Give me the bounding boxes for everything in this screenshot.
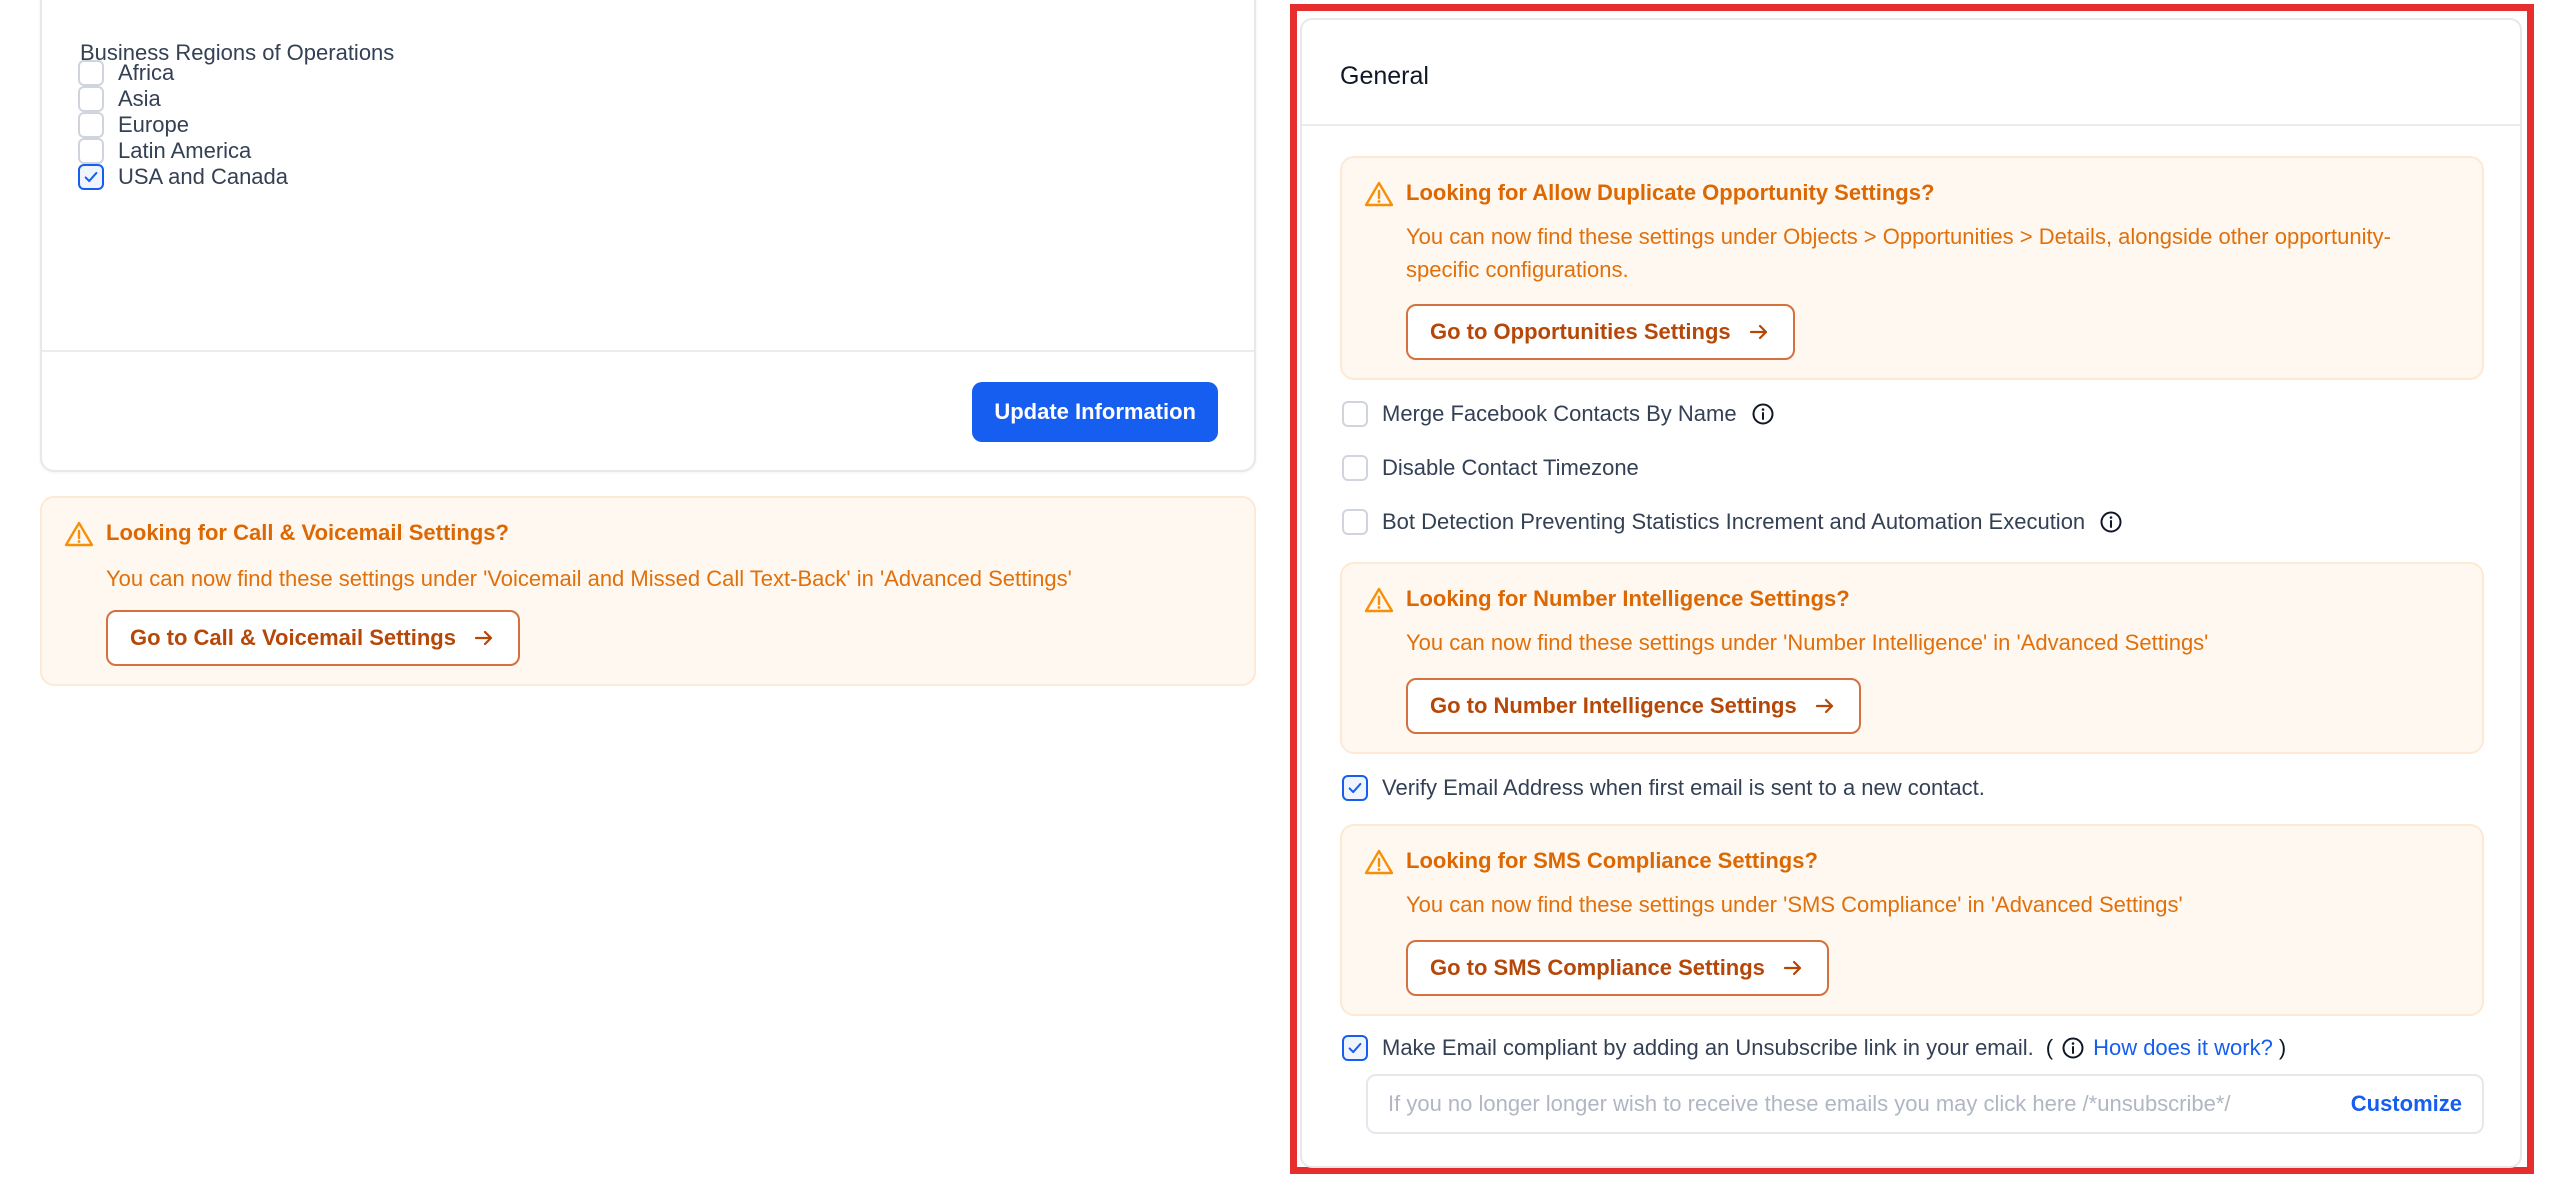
go-to-opportunities-settings-button[interactable]: Go to Opportunities Settings bbox=[1406, 304, 1795, 360]
region-asia-label: Asia bbox=[118, 86, 161, 111]
region-africa-checkbox[interactable] bbox=[78, 60, 104, 86]
info-icon[interactable] bbox=[2099, 510, 2123, 534]
sms-compliance-notice: Looking for SMS Compliance Settings? You… bbox=[1340, 824, 2484, 1016]
region-europe-checkbox[interactable] bbox=[78, 112, 104, 138]
checkmark-icon bbox=[1348, 1042, 1362, 1054]
company-info-card: Business Regions of Operations Africa As… bbox=[40, 0, 1256, 472]
region-usa-canada-label: USA and Canada bbox=[118, 164, 289, 189]
info-icon[interactable] bbox=[1751, 402, 1775, 426]
number-intelligence-notice-title: Looking for Number Intelligence Settings… bbox=[1406, 586, 1850, 611]
arrow-right-icon bbox=[1749, 324, 1767, 340]
warning-icon bbox=[1364, 181, 1394, 207]
region-europe-label: Europe bbox=[118, 112, 189, 137]
unsubscribe-text-field[interactable]: Customize bbox=[1366, 1074, 2484, 1134]
warning-icon bbox=[1364, 849, 1394, 875]
verify-email-label: Verify Email Address when first email is… bbox=[1382, 775, 1985, 800]
bot-detection-checkbox[interactable] bbox=[1342, 509, 1368, 535]
go-to-opportunities-settings-label: Go to Opportunities Settings bbox=[1430, 319, 1731, 344]
go-to-sms-compliance-settings-button[interactable]: Go to SMS Compliance Settings bbox=[1406, 940, 1829, 996]
region-africa-label: Africa bbox=[118, 60, 175, 85]
unsubscribe-label: Make Email compliant by adding an Unsubs… bbox=[1382, 1035, 2034, 1060]
arrow-right-icon bbox=[474, 630, 493, 646]
duplicate-opportunity-notice-body: You can now find these settings under Ob… bbox=[1406, 224, 2391, 282]
call-voicemail-notice: Looking for Call & Voicemail Settings? Y… bbox=[40, 496, 1256, 686]
unsubscribe-checkbox[interactable] bbox=[1342, 1035, 1368, 1061]
verify-email-checkbox[interactable] bbox=[1342, 775, 1368, 801]
call-voicemail-notice-body: You can now find these settings under 'V… bbox=[106, 566, 1072, 591]
general-divider bbox=[1302, 124, 2520, 126]
option-bot-detection[interactable]: Bot Detection Preventing Statistics Incr… bbox=[1342, 506, 2123, 538]
checkmark-icon bbox=[84, 171, 98, 183]
option-verify-email[interactable]: Verify Email Address when first email is… bbox=[1342, 772, 1985, 804]
general-title: General bbox=[1340, 62, 1429, 90]
arrow-right-icon bbox=[1783, 960, 1802, 976]
unsubscribe-text-input[interactable] bbox=[1388, 1091, 2331, 1117]
arrow-right-icon bbox=[1815, 698, 1833, 714]
duplicate-opportunity-notice: Looking for Allow Duplicate Opportunity … bbox=[1340, 156, 2484, 380]
info-icon[interactable] bbox=[2061, 1036, 2085, 1060]
merge-facebook-checkbox[interactable] bbox=[1342, 401, 1368, 427]
region-usa-canada-checkbox[interactable] bbox=[78, 164, 104, 190]
go-to-sms-compliance-settings-label: Go to SMS Compliance Settings bbox=[1430, 955, 1765, 980]
warning-icon bbox=[1364, 587, 1394, 613]
update-information-button[interactable]: Update Information bbox=[972, 382, 1218, 442]
region-latin-america-label: Latin America bbox=[118, 138, 252, 163]
card-divider bbox=[42, 350, 1254, 352]
customize-button[interactable]: Customize bbox=[2351, 1091, 2462, 1117]
region-latin-america-checkbox[interactable] bbox=[78, 138, 104, 164]
option-merge-facebook[interactable]: Merge Facebook Contacts By Name bbox=[1342, 398, 1775, 430]
disable-timezone-checkbox[interactable] bbox=[1342, 455, 1368, 481]
paren-open: ( bbox=[2045, 1035, 2054, 1060]
go-to-call-voicemail-settings-label: Go to Call & Voicemail Settings bbox=[130, 625, 456, 650]
disable-timezone-label: Disable Contact Timezone bbox=[1382, 455, 1639, 480]
number-intelligence-notice: Looking for Number Intelligence Settings… bbox=[1340, 562, 2484, 754]
merge-facebook-label: Merge Facebook Contacts By Name bbox=[1382, 401, 1737, 426]
go-to-number-intelligence-settings-button[interactable]: Go to Number Intelligence Settings bbox=[1406, 678, 1861, 734]
option-unsubscribe[interactable]: Make Email compliant by adding an Unsubs… bbox=[1342, 1032, 2286, 1064]
bot-detection-label: Bot Detection Preventing Statistics Incr… bbox=[1382, 509, 2086, 534]
call-voicemail-notice-title: Looking for Call & Voicemail Settings? bbox=[106, 520, 509, 545]
go-to-call-voicemail-settings-button[interactable]: Go to Call & Voicemail Settings bbox=[106, 610, 520, 666]
sms-compliance-notice-body: You can now find these settings under 'S… bbox=[1406, 892, 2183, 917]
general-settings-card: General Looking for Allow Duplicate Oppo… bbox=[1300, 18, 2522, 1168]
sms-compliance-notice-title: Looking for SMS Compliance Settings? bbox=[1406, 848, 1818, 873]
region-usa-canada[interactable]: USA and Canada bbox=[78, 162, 288, 192]
region-asia-checkbox[interactable] bbox=[78, 86, 104, 112]
go-to-number-intelligence-settings-label: Go to Number Intelligence Settings bbox=[1430, 693, 1797, 718]
duplicate-opportunity-notice-title: Looking for Allow Duplicate Opportunity … bbox=[1406, 180, 1935, 205]
paren-close: ) bbox=[2278, 1035, 2287, 1060]
option-disable-timezone[interactable]: Disable Contact Timezone bbox=[1342, 452, 1639, 484]
number-intelligence-notice-body: You can now find these settings under 'N… bbox=[1406, 630, 2209, 655]
checkmark-icon bbox=[1348, 782, 1362, 794]
how-does-it-work-link[interactable]: How does it work? bbox=[2093, 1035, 2273, 1061]
warning-icon bbox=[64, 521, 94, 547]
